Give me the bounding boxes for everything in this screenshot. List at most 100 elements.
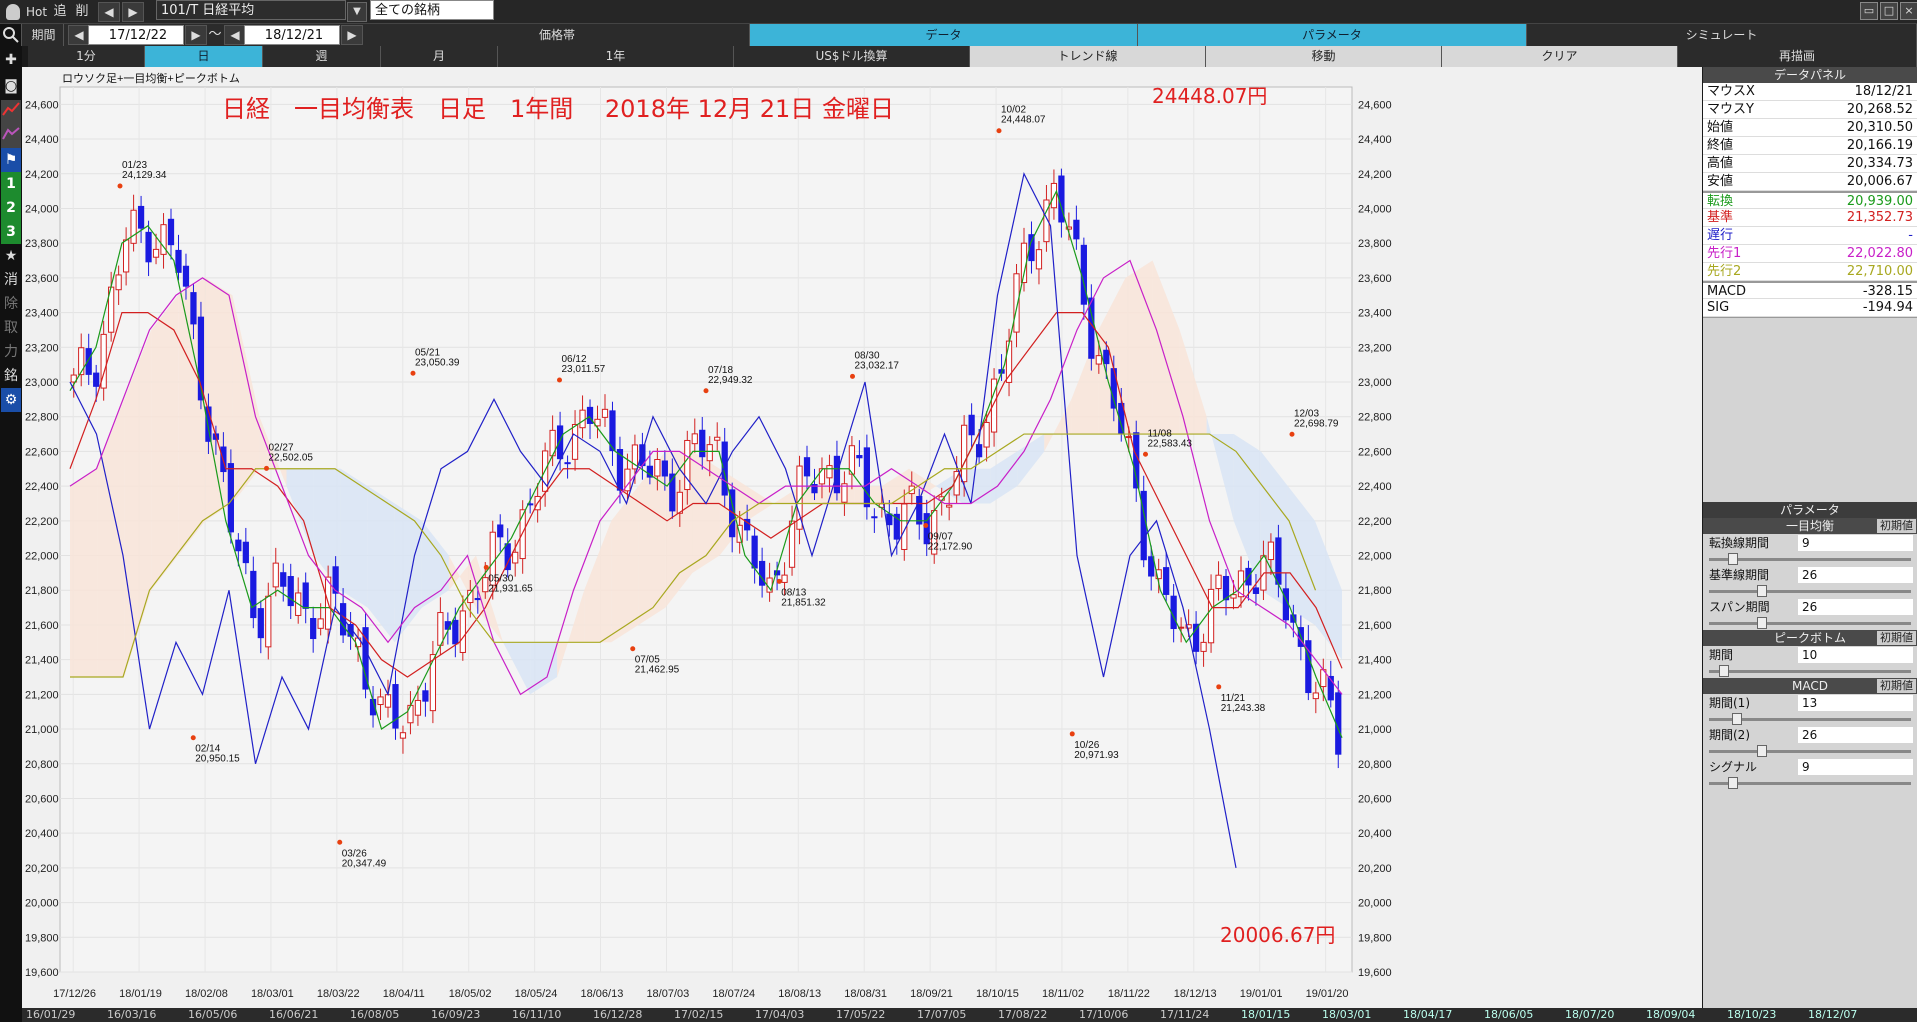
tab-price-band[interactable]: 価格帯 [365,24,750,46]
next-symbol-button[interactable]: ▶ [122,2,144,22]
tab-parameter[interactable]: パラメータ [1138,24,1527,46]
close-icon[interactable]: × [1900,2,1917,20]
move-button[interactable]: 移動 [1206,46,1442,67]
peak-marker [483,564,489,570]
camera-icon[interactable]: ◙ [1,74,21,98]
symbol-dropdown-icon[interactable]: ▼ [347,2,367,22]
candle-body [961,424,968,483]
preset-2-button[interactable]: 2 [1,196,21,220]
trendline-button[interactable]: トレンド線 [970,46,1206,67]
data-key: 先行2 [1707,264,1742,279]
tab-simulate[interactable]: シミュレート [1527,24,1917,46]
fetch-button[interactable]: 取 [1,316,21,340]
data-row: 先行1 22,022.80 [1703,245,1917,263]
range-1year-button[interactable]: 1年 [498,46,734,67]
param-row: 基準線期間 26 [1703,566,1917,584]
overview-tick-label: 18/12/07 [1808,1008,1858,1021]
peak-marker [117,183,123,189]
erase-button[interactable]: 消 [1,268,21,292]
y-tick-label-right: 24,400 [1358,134,1392,146]
param-slider[interactable] [1703,664,1917,678]
y-tick-label-right: 22,400 [1358,481,1392,493]
param-input[interactable]: 9 [1798,759,1913,775]
slider-knob[interactable] [1718,665,1729,677]
peak-value-label: 21,931.65 [488,583,533,594]
param-slider[interactable] [1703,616,1917,630]
minimize-icon[interactable]: ▭ [1860,2,1878,20]
crosshair-icon[interactable]: ✚ [1,48,21,72]
date-from-prev-button[interactable]: ◀ [68,25,90,45]
candle-body [706,444,713,462]
date-to-next-button[interactable]: ▶ [341,25,363,45]
symbol-button[interactable]: 銘 [1,364,21,388]
reset-defaults-button[interactable]: 初期値 [1877,679,1916,693]
candle-body [803,457,811,477]
redraw-button[interactable]: 再描画 [1678,46,1917,67]
input-button[interactable]: 力 [1,340,21,364]
date-from-next-button[interactable]: ▶ [185,25,207,45]
y-tick-label-left: 23,400 [25,308,59,320]
linechart-purple-icon[interactable] [1,124,21,148]
candle-body [317,618,324,629]
ichimoku-chart[interactable]: 19,600 19,600 19,800 19,800 20,000 20,000 20,2… [22,67,1702,1008]
preset-1-button[interactable]: 1 [1,172,21,196]
remove-button[interactable]: 除 [1,292,21,316]
add-button[interactable]: 追 [50,2,70,22]
param-slider[interactable] [1703,552,1917,566]
reset-defaults-button[interactable]: 初期値 [1877,631,1916,645]
interval-week-button[interactable]: 週 [263,46,381,67]
interval-1min-button[interactable]: 1分 [28,46,145,67]
linechart-red-icon[interactable] [1,100,21,124]
flag-icon[interactable]: ⚑ [1,148,21,172]
date-from-field[interactable]: 17/12/22 [88,25,184,45]
usd-convert-button[interactable]: US$ドル換算 [734,46,970,67]
clear-button[interactable]: クリア [1442,46,1678,67]
y-tick-label-right: 24,200 [1358,169,1392,181]
param-input[interactable]: 26 [1798,567,1913,583]
preset-3-button[interactable]: 3 [1,220,21,244]
overview-timeline[interactable]: 16/01/29 16/03/16 16/05/06 16/06/21 16/08/05… [22,1008,1917,1022]
date-to-prev-button[interactable]: ◀ [224,25,246,45]
param-input[interactable]: 9 [1798,535,1913,551]
param-input[interactable]: 26 [1798,727,1913,743]
symbol-field[interactable]: 101/T 日経平均 [156,0,346,20]
y-tick-label-left: 23,200 [25,342,59,354]
star-icon[interactable]: ★ [1,244,21,268]
param-slider[interactable] [1703,776,1917,790]
param-slider[interactable] [1703,712,1917,726]
y-tick-label-left: 22,000 [25,551,59,563]
slider-knob[interactable] [1731,713,1742,725]
param-slider[interactable] [1703,744,1917,758]
slider-knob[interactable] [1756,745,1767,757]
slider-knob[interactable] [1728,777,1738,789]
prev-symbol-button[interactable]: ◀ [98,2,120,22]
gear-icon[interactable]: ⚙ [1,388,21,412]
peak-marker [1289,431,1295,437]
tab-data[interactable]: データ [750,24,1138,46]
slider-knob[interactable] [1728,553,1738,565]
maximize-icon[interactable]: □ [1880,2,1898,20]
interval-day-button[interactable]: 日 [145,46,263,67]
reset-defaults-button[interactable]: 初期値 [1877,519,1916,533]
chart-area[interactable]: 19,600 19,600 19,800 19,800 20,000 20,000 20,2… [22,67,1702,1008]
slider-knob[interactable] [1756,617,1767,629]
hot-button[interactable]: Hot [2,2,48,22]
overview-tick-label: 18/01/15 [1241,1008,1291,1021]
universe-select[interactable]: 全ての銘柄 [370,0,494,20]
param-label: スパン期間 [1709,600,1770,614]
y-tick-label-right: 23,400 [1358,308,1392,320]
date-to-field[interactable]: 18/12/21 [244,25,340,45]
x-tick-label: 18/08/31 [844,988,887,1000]
param-input[interactable]: 26 [1798,599,1913,615]
param-slider[interactable] [1703,584,1917,598]
param-input[interactable]: 13 [1798,695,1913,711]
candle-body [377,696,384,706]
interval-month-button[interactable]: 月 [381,46,498,67]
x-tick-label: 18/07/03 [646,988,689,1000]
delete-button[interactable]: 削 [72,2,92,22]
param-input[interactable]: 10 [1798,647,1913,663]
slider-knob[interactable] [1756,585,1767,597]
overview-tick-label: 16/12/28 [593,1008,643,1021]
low-price-label: 20006.67円 [1220,923,1335,947]
search-icon-cell[interactable] [0,24,22,46]
